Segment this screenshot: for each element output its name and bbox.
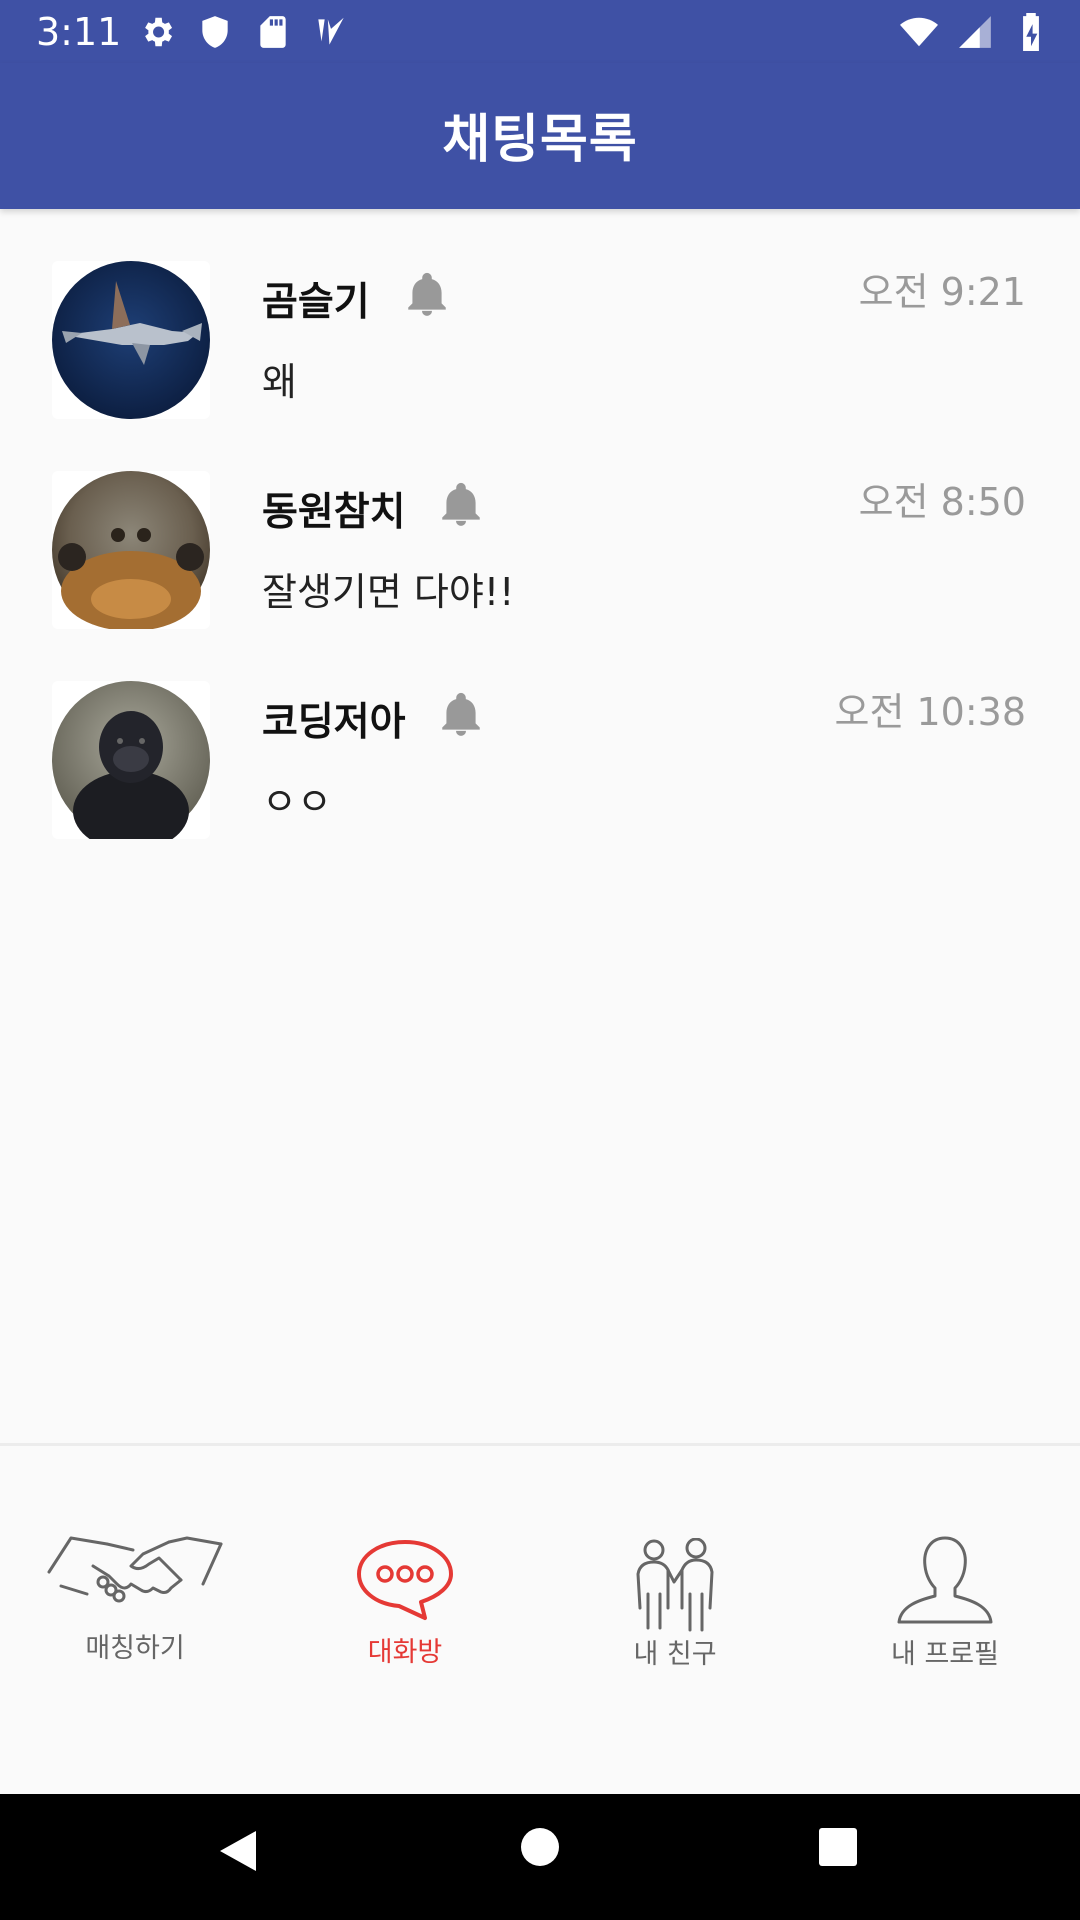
chat-row[interactable]: 동원참치 잘생기면 다야!! 오전 8:50	[0, 419, 1080, 629]
system-nav-bar	[0, 1794, 1080, 1920]
chat-time: 오전 8:50	[858, 480, 1026, 524]
chat-name: 동원참치	[262, 490, 406, 535]
chat-name: 곰슬기	[262, 280, 370, 325]
chat-row[interactable]: 코딩저아 ㅇㅇ 오전 10:38	[0, 629, 1080, 839]
bell-icon[interactable]	[436, 477, 486, 533]
nav-friends[interactable]: 내 친구	[540, 1446, 810, 1706]
bell-icon[interactable]	[436, 687, 486, 743]
chat-time: 오전 10:38	[834, 690, 1026, 734]
profile-icon	[897, 1536, 993, 1624]
bottom-nav: 매칭하기 대화방 내 친구 내 프로필	[0, 1446, 1080, 1794]
status-icons-right	[900, 13, 1050, 51]
gear-icon	[145, 17, 173, 47]
chat-row[interactable]: 곰슬기 왜 오전 9:21	[0, 209, 1080, 419]
status-icons-left	[138, 13, 350, 51]
app-bar: 채팅목록	[0, 63, 1080, 209]
chat-last-message: ㅇㅇ	[262, 780, 332, 824]
avatar[interactable]	[52, 681, 210, 839]
shield-icon	[202, 16, 228, 48]
avatar[interactable]	[52, 261, 210, 419]
sd-card-icon	[260, 16, 286, 48]
bell-icon[interactable]	[402, 267, 452, 323]
handshake-icon	[47, 1536, 223, 1603]
home-icon[interactable]	[520, 1827, 560, 1867]
status-bar: 3:11	[0, 0, 1080, 63]
back-icon[interactable]	[216, 1827, 260, 1875]
chat-list: 곰슬기 왜 오전 9:21 동원참치 잘생기면 다야!! 오전 8:50 코딩저…	[0, 209, 1080, 839]
nav-matching[interactable]: 매칭하기	[0, 1446, 270, 1706]
task-check-icon	[318, 17, 344, 45]
battery-charging-icon	[1023, 13, 1039, 51]
nav-label: 내 프로필	[891, 1639, 999, 1670]
nav-chatroom[interactable]: 대화방	[270, 1446, 540, 1706]
nav-label: 내 친구	[633, 1639, 717, 1670]
recents-icon[interactable]	[818, 1827, 858, 1867]
chat-bubble-icon	[357, 1540, 453, 1620]
chat-last-message: 잘생기면 다야!!	[262, 570, 515, 614]
nav-label: 매칭하기	[85, 1633, 185, 1664]
page-title: 채팅목록	[442, 109, 638, 170]
signal-icon	[959, 16, 991, 48]
status-time: 3:11	[36, 10, 122, 54]
friends-icon	[636, 1538, 714, 1632]
avatar[interactable]	[52, 471, 210, 629]
chat-time: 오전 9:21	[858, 270, 1026, 314]
gorilla-photo	[52, 681, 210, 839]
wifi-icon	[900, 17, 938, 47]
nav-label: 대화방	[367, 1637, 443, 1668]
hammerhead-shark-photo	[52, 261, 210, 419]
chat-last-message: 왜	[262, 360, 297, 404]
nav-profile[interactable]: 내 프로필	[810, 1446, 1080, 1706]
sea-turtle-photo	[52, 471, 210, 629]
chat-name: 코딩저아	[262, 700, 406, 745]
